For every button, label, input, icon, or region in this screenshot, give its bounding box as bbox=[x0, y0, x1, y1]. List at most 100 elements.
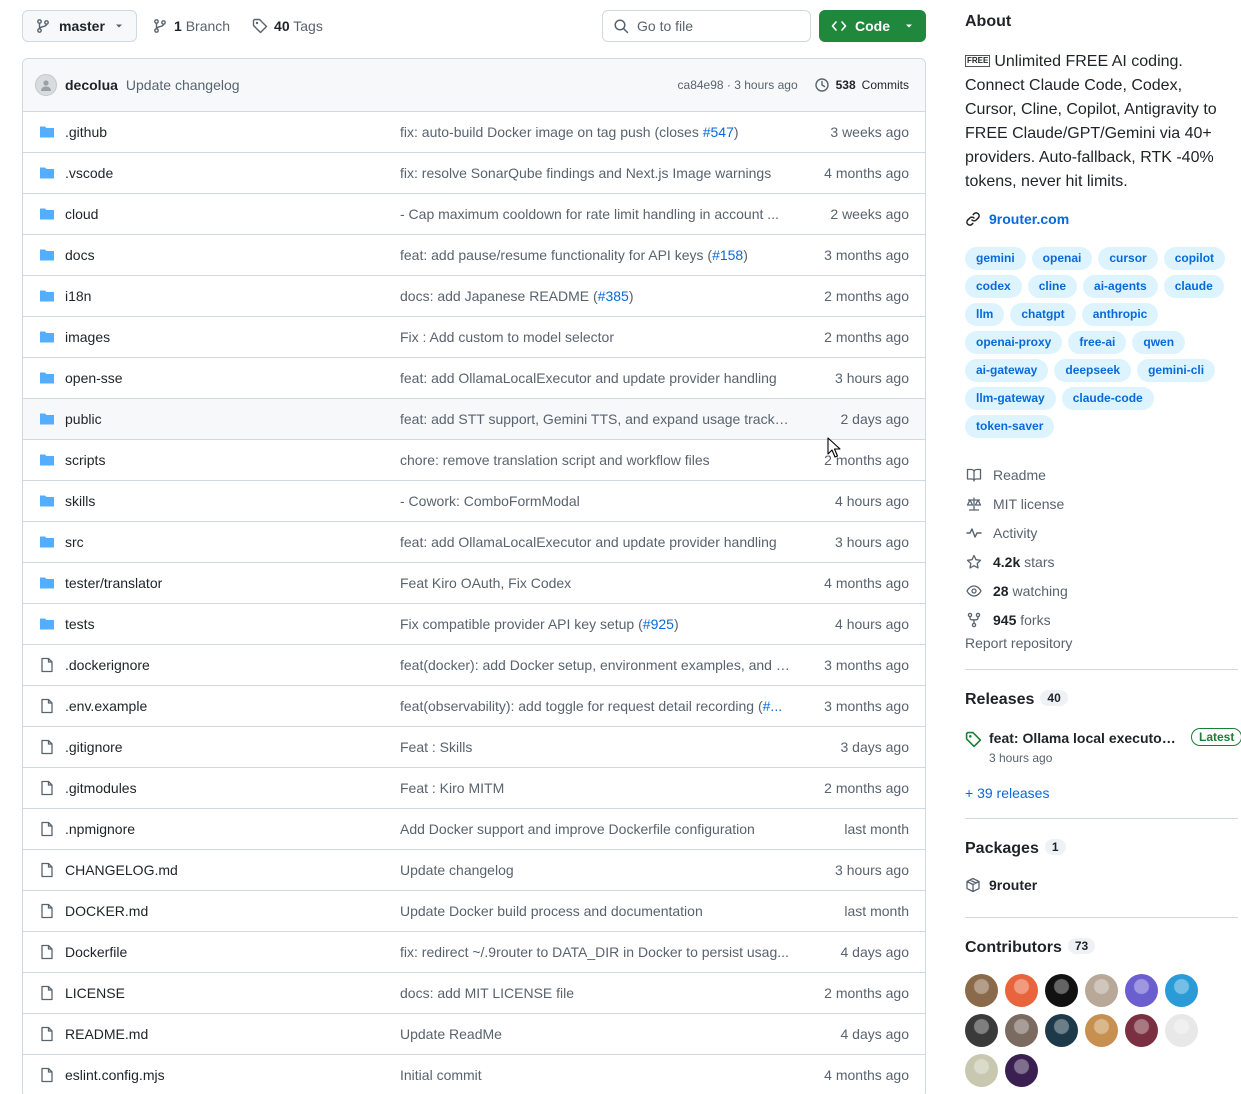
file-name[interactable]: public bbox=[65, 411, 102, 427]
code-button[interactable]: Code bbox=[819, 10, 926, 42]
topic-tag[interactable]: deepseek bbox=[1054, 359, 1132, 382]
directory-row[interactable]: i18n docs: add Japanese README (#385) 2 … bbox=[23, 276, 925, 317]
contributor-avatar[interactable] bbox=[1085, 974, 1118, 1007]
watching-link[interactable]: 28 watching bbox=[965, 576, 1068, 605]
topic-tag[interactable]: cline bbox=[1027, 275, 1078, 298]
file-name[interactable]: LICENSE bbox=[65, 985, 125, 1001]
commit-author[interactable]: decolua bbox=[65, 77, 118, 93]
topic-tag[interactable]: llm bbox=[965, 303, 1005, 326]
file-name[interactable]: tests bbox=[65, 616, 95, 632]
topic-tag[interactable]: claude-code bbox=[1061, 387, 1154, 410]
issue-link[interactable]: #385 bbox=[598, 288, 629, 304]
topic-tag[interactable]: gemini bbox=[965, 247, 1026, 270]
file-name[interactable]: images bbox=[65, 329, 110, 345]
file-name[interactable]: README.md bbox=[65, 1026, 148, 1042]
file-name[interactable]: open-sse bbox=[65, 370, 123, 386]
contributor-avatar[interactable] bbox=[1125, 1014, 1158, 1047]
commit-message-link[interactable]: feat: add pause/resume functionality for… bbox=[400, 247, 790, 263]
directory-row[interactable]: src feat: add OllamaLocalExecutor and up… bbox=[23, 522, 925, 563]
commit-message-link[interactable]: Add Docker support and improve Dockerfil… bbox=[400, 821, 790, 837]
commit-message-link[interactable]: docs: add Japanese README (#385) bbox=[400, 288, 790, 304]
file-name[interactable]: .env.example bbox=[65, 698, 147, 714]
file-row[interactable]: .dockerignore feat(docker): add Docker s… bbox=[23, 645, 925, 686]
readme-link[interactable]: Readme bbox=[965, 460, 1068, 489]
commit-message-link[interactable]: fix: resolve SonarQube findings and Next… bbox=[400, 165, 790, 181]
commit-message-link[interactable]: Feat : Skills bbox=[400, 739, 790, 755]
contributors-heading[interactable]: Contributors 73 bbox=[965, 938, 1096, 957]
file-name[interactable]: tester/translator bbox=[65, 575, 162, 591]
avatar[interactable] bbox=[35, 74, 57, 96]
more-releases-link[interactable]: + 39 releases bbox=[965, 785, 1049, 801]
issue-link[interactable]: #547 bbox=[703, 124, 734, 140]
stars-link[interactable]: 4.2k stars bbox=[965, 547, 1068, 576]
topic-tag[interactable]: openai bbox=[1031, 247, 1093, 270]
directory-row[interactable]: open-sse feat: add OllamaLocalExecutor a… bbox=[23, 358, 925, 399]
forks-link[interactable]: 945 forks bbox=[965, 605, 1068, 634]
issue-link[interactable]: #... bbox=[763, 698, 782, 714]
issue-link[interactable]: #925 bbox=[643, 616, 674, 632]
contributor-avatar[interactable] bbox=[1045, 1014, 1078, 1047]
file-row[interactable]: Dockerfile fix: redirect ~/.9router to D… bbox=[23, 932, 925, 973]
topic-tag[interactable]: token-saver bbox=[965, 415, 1055, 438]
contributor-avatar[interactable] bbox=[1005, 1014, 1038, 1047]
commit-message-link[interactable]: Update changelog bbox=[400, 862, 790, 878]
file-name[interactable]: cloud bbox=[65, 206, 98, 222]
file-name[interactable]: .gitignore bbox=[65, 739, 123, 755]
file-row[interactable]: .env.example feat(observability): add to… bbox=[23, 686, 925, 727]
directory-row[interactable]: cloud - Cap maximum cooldown for rate li… bbox=[23, 194, 925, 235]
commit-message-link[interactable]: feat(docker): add Docker setup, environm… bbox=[400, 657, 790, 673]
contributor-avatar[interactable] bbox=[1165, 974, 1198, 1007]
commit-message-link[interactable]: Feat Kiro OAuth, Fix Codex bbox=[400, 575, 790, 591]
commit-message-link[interactable]: Feat : Kiro MITM bbox=[400, 780, 790, 796]
commit-message-link[interactable]: - Cap maximum cooldown for rate limit ha… bbox=[400, 206, 790, 222]
commit-message-link[interactable]: feat: add STT support, Gemini TTS, and e… bbox=[400, 411, 790, 427]
directory-row[interactable]: .vscode fix: resolve SonarQube findings … bbox=[23, 153, 925, 194]
tags-link[interactable]: 40 Tags bbox=[274, 18, 323, 34]
file-name[interactable]: .npmignore bbox=[65, 821, 135, 837]
commit-message-link[interactable]: Update ReadMe bbox=[400, 1026, 790, 1042]
contributor-avatar[interactable] bbox=[1005, 1054, 1038, 1087]
topic-tag[interactable]: codex bbox=[965, 275, 1022, 298]
file-name[interactable]: CHANGELOG.md bbox=[65, 862, 178, 878]
commit-meta[interactable]: ca84e98 · 3 hours ago bbox=[678, 78, 798, 92]
commit-message-link[interactable]: fix: auto-build Docker image on tag push… bbox=[400, 124, 790, 140]
directory-row[interactable]: public feat: add STT support, Gemini TTS… bbox=[23, 399, 925, 440]
topic-tag[interactable]: ai-gateway bbox=[965, 359, 1049, 382]
contributor-avatar[interactable] bbox=[1125, 974, 1158, 1007]
directory-row[interactable]: images Fix : Add custom to model selecto… bbox=[23, 317, 925, 358]
topic-tag[interactable]: free-ai bbox=[1068, 331, 1127, 354]
file-name[interactable]: .vscode bbox=[65, 165, 113, 181]
commit-message-link[interactable]: feat(observability): add toggle for requ… bbox=[400, 698, 790, 714]
file-name[interactable]: i18n bbox=[65, 288, 91, 304]
file-name[interactable]: .dockerignore bbox=[65, 657, 150, 673]
commit-message-link[interactable]: feat: add OllamaLocalExecutor and update… bbox=[400, 534, 790, 550]
commit-message-link[interactable]: Initial commit bbox=[400, 1067, 790, 1083]
file-row[interactable]: LICENSE docs: add MIT LICENSE file 2 mon… bbox=[23, 973, 925, 1014]
directory-row[interactable]: skills - Cowork: ComboFormModal 4 hours … bbox=[23, 481, 925, 522]
topic-tag[interactable]: ai-agents bbox=[1083, 275, 1158, 298]
commit-message[interactable]: Update changelog bbox=[126, 77, 240, 93]
contributor-avatar[interactable] bbox=[965, 1054, 998, 1087]
directory-row[interactable]: tests Fix compatible provider API key se… bbox=[23, 604, 925, 645]
commits-link[interactable]: 538 Commits bbox=[814, 77, 909, 93]
contributor-avatar[interactable] bbox=[965, 974, 998, 1007]
report-repository-link[interactable]: Report repository bbox=[965, 635, 1072, 651]
file-name[interactable]: eslint.config.mjs bbox=[65, 1067, 165, 1083]
commit-message-link[interactable]: fix: redirect ~/.9router to DATA_DIR in … bbox=[400, 944, 790, 960]
commit-message-link[interactable]: chore: remove translation script and wor… bbox=[400, 452, 790, 468]
contributor-avatar[interactable] bbox=[1165, 1014, 1198, 1047]
go-to-file-input[interactable]: Go to file bbox=[602, 10, 811, 42]
file-row[interactable]: .gitmodules Feat : Kiro MITM 2 months ag… bbox=[23, 768, 925, 809]
homepage-link[interactable]: 9router.com bbox=[965, 211, 1069, 227]
directory-row[interactable]: tester/translator Feat Kiro OAuth, Fix C… bbox=[23, 563, 925, 604]
file-row[interactable]: README.md Update ReadMe 4 days ago bbox=[23, 1014, 925, 1055]
file-row[interactable]: DOCKER.md Update Docker build process an… bbox=[23, 891, 925, 932]
topic-tag[interactable]: anthropic bbox=[1081, 303, 1159, 326]
contributor-avatar[interactable] bbox=[1085, 1014, 1118, 1047]
directory-row[interactable]: docs feat: add pause/resume functionalit… bbox=[23, 235, 925, 276]
file-name[interactable]: .gitmodules bbox=[65, 780, 137, 796]
commit-message-link[interactable]: Fix compatible provider API key setup (#… bbox=[400, 616, 790, 632]
topic-tag[interactable]: qwen bbox=[1132, 331, 1186, 354]
commit-message-link[interactable]: - Cowork: ComboFormModal bbox=[400, 493, 790, 509]
file-name[interactable]: scripts bbox=[65, 452, 105, 468]
